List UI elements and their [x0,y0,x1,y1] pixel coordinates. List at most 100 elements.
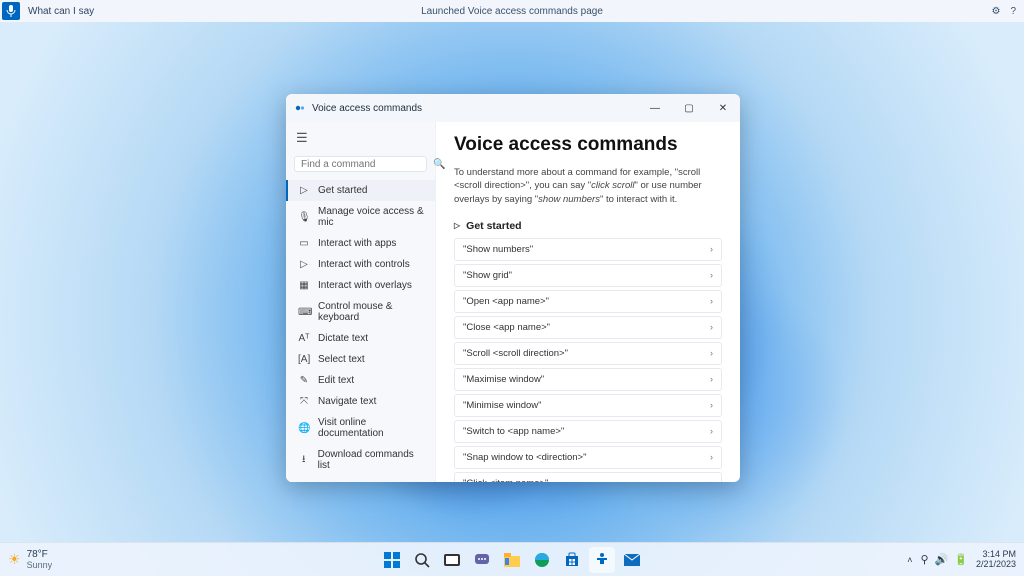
sidebar-item-download[interactable]: ⭳ Download commands list [286,444,435,476]
nav-label: Dictate text [318,333,368,344]
taskbar: ☀ 78°F Sunny ˄ ⚲ 🔊 🔋 3:14 PM 2/21/2023 [0,542,1024,576]
command-row[interactable]: "Show numbers" › [454,238,722,261]
chat-button[interactable] [469,547,495,573]
voice-hint[interactable]: What can I say [28,6,94,17]
chevron-right-icon: › [710,374,713,384]
command-text: "Maximise window" [463,374,544,385]
chevron-right-icon: › [710,348,713,358]
nav-icon: ▷ [298,185,310,196]
command-text: "Switch to <app name>" [463,426,564,437]
search-input[interactable] [301,159,433,170]
chevron-right-icon: › [710,322,713,332]
sidebar-item-interact-with-controls[interactable]: ▷ Interact with controls [286,254,435,275]
nav-label: Interact with controls [318,259,410,270]
nav-label: Interact with overlays [318,280,412,291]
sidebar-item-manage-voice-access-mic[interactable]: 🎙 Manage voice access & mic [286,201,435,233]
sidebar: ☰ 🔍 ▷ Get started 🎙 Manage voice access & m… [286,122,436,482]
section-header[interactable]: ▷ Get started [454,220,722,232]
nav-icon: ⤧ [298,396,310,407]
store-button[interactable] [559,547,585,573]
help-icon[interactable]: ? [1010,6,1016,17]
expand-icon: ▷ [454,221,460,230]
globe-icon: 🌐 [298,423,310,434]
nav-icon: ▦ [298,280,310,291]
command-row[interactable]: "Open <app name>" › [454,290,722,313]
command-text: "Open <app name>" [463,296,549,307]
download-label: Download commands list [318,449,425,471]
voice-commands-window: Voice access commands ― ▢ ✕ ☰ 🔍 ▷ Get sta… [286,94,740,482]
voice-access-bar: What can I say Launched Voice access com… [0,0,1024,22]
chevron-right-icon: › [710,296,713,306]
nav-icon: ⌨ [298,307,310,318]
nav-label: Select text [318,354,365,365]
minimize-button[interactable]: ― [638,94,672,122]
main-panel: Voice access commands To understand more… [436,122,740,482]
command-text: "Close <app name>" [463,322,550,333]
maximize-button[interactable]: ▢ [672,94,706,122]
chevron-right-icon: › [710,452,713,462]
nav-icon: 🎙 [298,212,310,223]
sidebar-item-control-mouse-keyboard[interactable]: ⌨ Control mouse & keyboard [286,296,435,328]
sidebar-item-navigate-text[interactable]: ⤧ Navigate text [286,391,435,412]
sidebar-item-dictate-text[interactable]: Aᵀ Dictate text [286,328,435,349]
download-icon: ⭳ [298,452,310,469]
nav-icon: ▭ [298,238,310,249]
command-row[interactable]: "Snap window to <direction>" › [454,446,722,469]
docs-label: Visit online documentation [318,417,425,439]
window-title: Voice access commands [312,103,422,114]
window-titlebar[interactable]: Voice access commands ― ▢ ✕ [286,94,740,122]
command-text: "Show numbers" [463,244,533,255]
voice-status: Launched Voice access commands page [0,6,1024,17]
command-text: "Show grid" [463,270,512,281]
command-text: "Snap window to <direction>" [463,452,586,463]
command-row[interactable]: "Click <item name>" › [454,472,722,482]
nav-icon: ▷ [298,259,310,270]
command-text: "Scroll <scroll direction>" [463,348,568,359]
hamburger-icon[interactable]: ☰ [286,126,435,150]
mail-button[interactable] [619,547,645,573]
page-heading: Voice access commands [454,134,722,156]
microphone-toggle[interactable] [2,2,20,20]
page-description: To understand more about a command for e… [454,166,722,206]
sidebar-item-interact-with-apps[interactable]: ▭ Interact with apps [286,233,435,254]
accessibility-button[interactable] [589,547,615,573]
command-row[interactable]: "Scroll <scroll direction>" › [454,342,722,365]
start-button[interactable] [379,547,405,573]
chevron-right-icon: › [710,426,713,436]
taskbar-center [0,547,1024,573]
taskview-button[interactable] [439,547,465,573]
command-row[interactable]: "Close <app name>" › [454,316,722,339]
edge-button[interactable] [529,547,555,573]
command-text: "Click <item name>" [463,478,548,482]
nav-icon: Aᵀ [298,333,310,344]
section-title: Get started [466,220,521,232]
command-search[interactable]: 🔍 [294,156,427,172]
nav-label: Edit text [318,375,354,386]
search-button[interactable] [409,547,435,573]
nav-label: Navigate text [318,396,376,407]
sidebar-item-edit-text[interactable]: ✎ Edit text [286,370,435,391]
command-row[interactable]: "Switch to <app name>" › [454,420,722,443]
command-row[interactable]: "Maximise window" › [454,368,722,391]
command-row[interactable]: "Show grid" › [454,264,722,287]
nav-label: Interact with apps [318,238,396,249]
nav-label: Get started [318,185,367,196]
command-row[interactable]: "Minimise window" › [454,394,722,417]
app-icon [294,102,306,114]
sidebar-item-get-started[interactable]: ▷ Get started [286,180,435,201]
chevron-right-icon: › [710,244,713,254]
sidebar-item-select-text[interactable]: [A] Select text [286,349,435,370]
close-button[interactable]: ✕ [706,94,740,122]
nav-icon: [A] [298,354,310,365]
nav-label: Manage voice access & mic [318,206,425,228]
chevron-right-icon: › [710,478,713,482]
sidebar-item-interact-with-overlays[interactable]: ▦ Interact with overlays [286,275,435,296]
nav-label: Control mouse & keyboard [318,301,425,323]
sidebar-item-docs[interactable]: 🌐 Visit online documentation [286,412,435,444]
nav-icon: ✎ [298,375,310,386]
chevron-right-icon: › [710,270,713,280]
explorer-button[interactable] [499,547,525,573]
command-text: "Minimise window" [463,400,542,411]
chevron-right-icon: › [710,400,713,410]
settings-icon[interactable]: ⚙ [991,6,1000,17]
